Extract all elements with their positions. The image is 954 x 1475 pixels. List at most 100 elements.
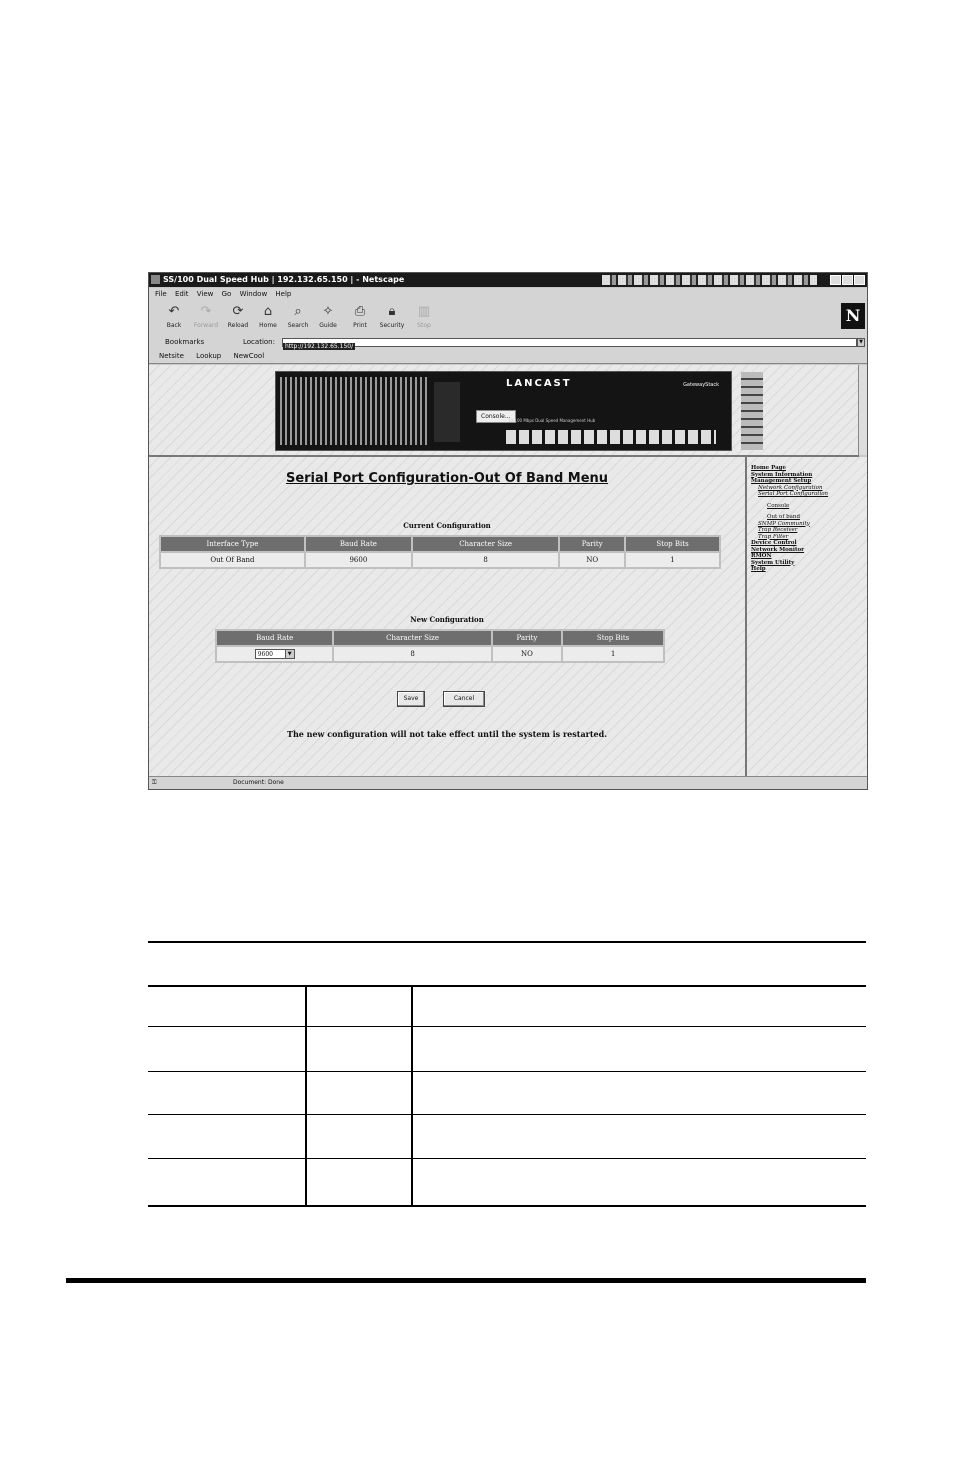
rj45-ports [506,430,716,444]
save-button[interactable]: Save [397,691,425,707]
hub-front-panel-image: LANCAST GatewayStack Console... 10/100 M… [275,371,763,451]
reload-icon: ⟳ [232,304,244,319]
new-parity: NO [492,647,562,661]
hub-model: GatewayStack [683,382,719,388]
menu-go[interactable]: Go [222,290,232,298]
current-interface-type: Out Of Band [161,553,304,567]
forward-label: Forward [193,322,219,329]
page-footer-rule [66,1278,866,1283]
forward-arrow-icon: ↷ [200,304,212,319]
table-header-row: Interface Type Baud Rate Character Size … [161,537,719,551]
col-character-size: Character Size [412,537,559,551]
col-parity: Parity [492,631,562,645]
current-character-size: 8 [412,553,559,567]
security-label: Security [379,322,405,329]
cancel-button[interactable]: Cancel [443,691,485,707]
main-content-frame: Serial Port Configuration-Out Of Band Me… [149,457,747,777]
nav-tree: Home Page System Information Management … [751,465,828,573]
table-column-divider [305,985,307,1207]
security-button[interactable]: 🔒︎ Security [379,303,405,333]
reload-label: Reload [227,322,249,329]
guide-label: Guide [319,322,337,329]
table-bottom-rule [148,1205,866,1207]
nav-serial-port-configuration[interactable]: Serial Port Configuration [751,491,828,498]
table-row: Out Of Band 9600 8 NO 1 [161,553,719,567]
restart-note: The new configuration will not take effe… [286,729,608,739]
col-parity: Parity [560,537,625,551]
print-label: Print [353,322,367,329]
location-label: Location: [243,338,275,346]
reload-button[interactable]: ⟳ Reload [225,303,251,333]
table-header-rule [148,985,866,987]
table-row-divider [148,1114,866,1115]
minimize-icon[interactable] [830,275,841,285]
close-icon[interactable] [854,275,865,285]
guide-button[interactable]: ✧ Guide [315,303,341,333]
back-label: Back [166,322,182,329]
search-button[interactable]: ⌕ Search [285,303,311,333]
table-row-divider [148,1158,866,1159]
hub-brand: LANCAST [506,378,572,389]
bookmarks-button[interactable]: Bookmarks [165,335,204,350]
navigation-frame: Home Page System Information Management … [747,457,867,777]
back-arrow-icon: ↶ [168,304,180,319]
status-text: Document: Done [233,779,284,786]
menu-view[interactable]: View [197,290,214,298]
nav-help[interactable]: Help [751,566,828,573]
forward-button[interactable]: ↷ Forward [193,303,219,333]
table-row-divider [148,1071,866,1072]
hub-image-frame: LANCAST GatewayStack Console... 10/100 M… [149,365,859,457]
url-text: http://192.132.65.150/ [283,343,356,350]
print-icon: ⎙ [354,304,366,319]
back-button[interactable]: ↶ Back [161,303,187,333]
col-baud-rate: Baud Rate [217,631,333,645]
url-dropdown-icon[interactable]: ▼ [857,338,865,347]
menu-bar: File Edit View Go Window Help [149,288,867,301]
url-input[interactable]: http://192.132.65.150/ [282,338,857,350]
home-button[interactable]: ⌂ Home [255,303,281,333]
status-bar: ⚿ Document: Done [149,776,867,789]
table-header-row: Baud Rate Character Size Parity Stop Bit… [217,631,663,645]
location-bar: Bookmarks Location: http://192.132.65.15… [149,335,867,350]
col-baud-rate: Baud Rate [305,537,411,551]
menu-edit[interactable]: Edit [175,290,189,298]
guide-icon: ✧ [322,304,334,319]
col-stop-bits: Stop Bits [563,631,663,645]
menu-help[interactable]: Help [275,290,291,298]
baud-rate-select[interactable]: 9600 ▼ [254,649,295,659]
col-character-size: Character Size [334,631,491,645]
security-status-icon: ⚿ [152,779,157,786]
maximize-icon[interactable] [842,275,853,285]
window-title: SS/100 Dual Speed Hub | 192.132.65.150 |… [163,275,405,284]
new-stop-bits: 1 [563,647,663,661]
print-button[interactable]: ⎙ Print [347,303,373,333]
new-config-table: Baud Rate Character Size Parity Stop Bit… [215,629,665,663]
netscape-logo: N [841,303,865,329]
stop-label: Stop [417,322,431,329]
hub-subtitle: 10/100 Mbps Dual Speed Management Hub [508,418,596,423]
port-led-array [280,377,430,445]
window-title-bar: SS/100 Dual Speed Hub | 192.132.65.150 |… [149,273,867,287]
current-config-caption: Current Configuration [403,521,491,530]
col-interface-type: Interface Type [161,537,304,551]
current-stop-bits: 1 [626,553,719,567]
home-icon: ⌂ [263,304,273,319]
personal-netsite[interactable]: Netsite [159,352,184,360]
top-frame-scrollbar[interactable] [858,365,867,455]
search-label: Search [287,322,309,329]
table-column-divider [411,985,413,1207]
personal-newcool[interactable]: NewCool [233,352,264,360]
chevron-down-icon: ▼ [284,650,294,658]
menu-window[interactable]: Window [240,290,268,298]
menu-file[interactable]: File [155,290,167,298]
stop-button[interactable]: ▥ Stop [411,303,437,333]
new-config-caption: New Configuration [410,615,484,624]
personal-lookup[interactable]: Lookup [196,352,221,360]
new-character-size: 8 [334,647,491,661]
col-stop-bits: Stop Bits [626,537,719,551]
taskbar-tray-icons [602,275,817,285]
baud-rate-cell: 9600 ▼ [217,647,333,661]
home-label: Home [259,322,277,329]
table-row-divider [148,1026,866,1027]
stop-icon: ▥ [417,304,431,319]
